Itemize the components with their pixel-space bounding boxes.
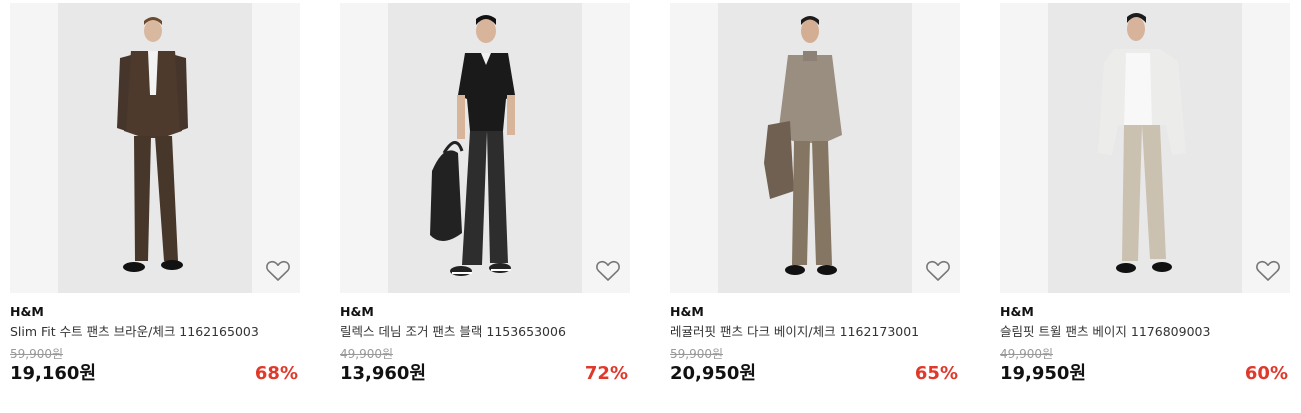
- product-photo: [10, 3, 300, 293]
- product-name[interactable]: 레귤러핏 팬츠 다크 베이지/체크 1162173001: [670, 324, 960, 340]
- heart-outline-icon[interactable]: [925, 259, 951, 283]
- product-card[interactable]: H&M 슬림핏 트윌 팬츠 베이지 1176809003 49,900원 19,…: [1000, 3, 1290, 403]
- discount-rate: 72%: [584, 363, 628, 384]
- product-photo: [340, 3, 630, 293]
- original-price: 49,900원: [1000, 347, 1054, 361]
- original-price: 59,900원: [670, 347, 724, 361]
- discount-rate: 68%: [254, 363, 298, 384]
- sale-price: 19,160원: [10, 363, 97, 384]
- original-price: 49,900원: [340, 347, 394, 361]
- product-name[interactable]: 릴렉스 데님 조거 팬츠 블랙 1153653006: [340, 324, 630, 340]
- product-image[interactable]: [10, 3, 300, 293]
- original-price: 59,900원: [10, 347, 64, 361]
- brand-name[interactable]: H&M: [670, 304, 960, 320]
- product-image[interactable]: [340, 3, 630, 293]
- product-image[interactable]: [670, 3, 960, 293]
- product-grid: H&M Slim Fit 수트 팬츠 브라운/체크 1162165003 59,…: [0, 0, 1301, 413]
- product-card[interactable]: H&M Slim Fit 수트 팬츠 브라운/체크 1162165003 59,…: [10, 3, 300, 403]
- brand-name[interactable]: H&M: [340, 304, 630, 320]
- product-image[interactable]: [1000, 3, 1290, 293]
- product-name[interactable]: Slim Fit 수트 팬츠 브라운/체크 1162165003: [10, 324, 300, 340]
- product-name[interactable]: 슬림핏 트윌 팬츠 베이지 1176809003: [1000, 324, 1290, 340]
- discount-rate: 65%: [914, 363, 958, 384]
- heart-outline-icon[interactable]: [1255, 259, 1281, 283]
- discount-rate: 60%: [1244, 363, 1288, 384]
- price-row: 19,160원 68%: [10, 363, 300, 385]
- product-card[interactable]: H&M 릴렉스 데님 조거 팬츠 블랙 1153653006 49,900원 1…: [340, 3, 630, 403]
- heart-outline-icon[interactable]: [265, 259, 291, 283]
- product-photo: [670, 3, 960, 293]
- price-row: 20,950원 65%: [670, 363, 960, 385]
- product-photo: [1000, 3, 1290, 293]
- sale-price: 13,960원: [340, 363, 427, 384]
- product-card[interactable]: H&M 레귤러핏 팬츠 다크 베이지/체크 1162173001 59,900원…: [670, 3, 960, 403]
- brand-name[interactable]: H&M: [1000, 304, 1290, 320]
- brand-name[interactable]: H&M: [10, 304, 300, 320]
- heart-outline-icon[interactable]: [595, 259, 621, 283]
- sale-price: 19,950원: [1000, 363, 1087, 384]
- sale-price: 20,950원: [670, 363, 757, 384]
- price-row: 13,960원 72%: [340, 363, 630, 385]
- price-row: 19,950원 60%: [1000, 363, 1290, 385]
